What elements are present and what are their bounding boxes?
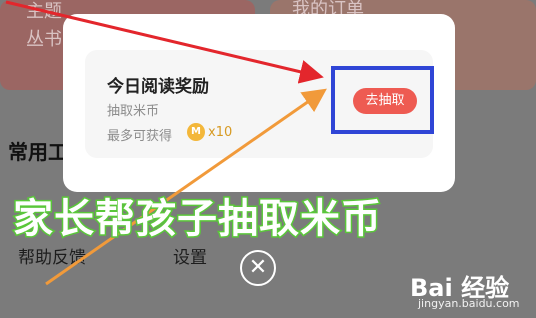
close-icon[interactable]: ✕ [240, 250, 276, 286]
red-arrow [5, 0, 324, 84]
caption-text: 家长帮孩子抽取米币 [13, 196, 382, 242]
watermark-url: jingyan.baidu.com [418, 297, 520, 310]
